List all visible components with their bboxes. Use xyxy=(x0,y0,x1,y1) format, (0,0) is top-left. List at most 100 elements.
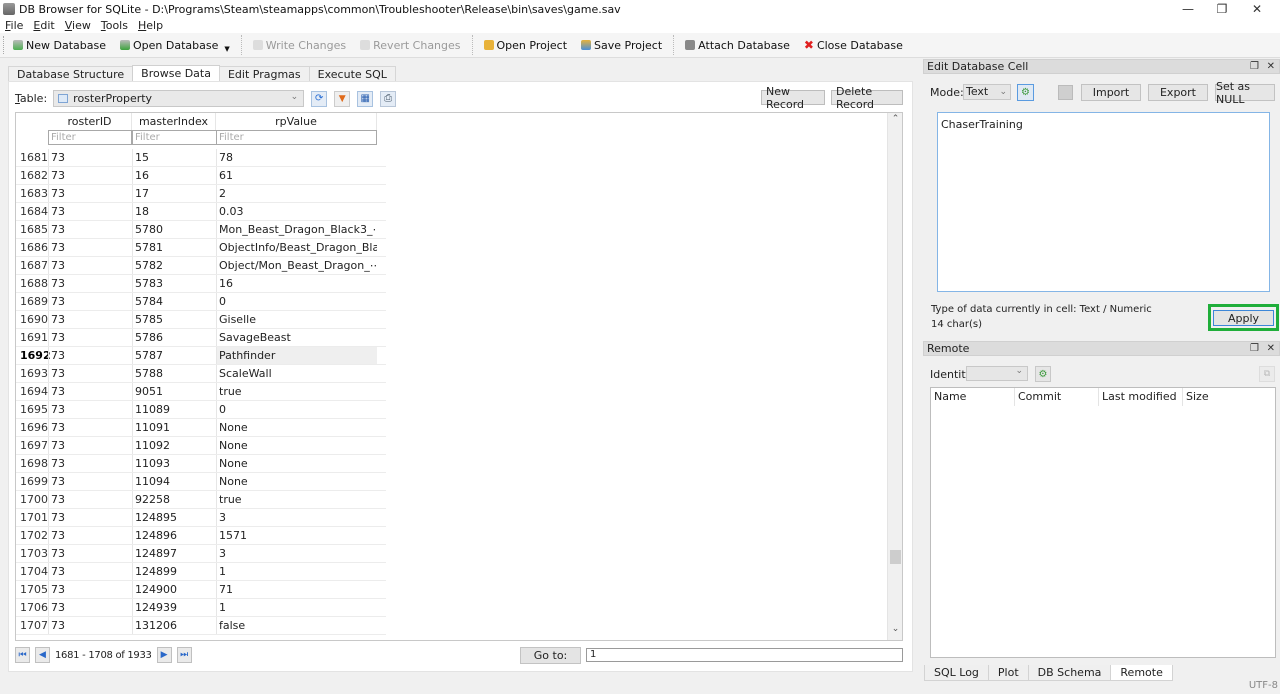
cell-masterindex[interactable]: 5783 xyxy=(132,275,216,292)
table-row[interactable]: 1684 73 18 0.03 xyxy=(16,203,386,221)
print-button[interactable]: ⎙ xyxy=(380,90,397,107)
menu-tools[interactable]: Tools xyxy=(96,19,133,32)
close-icon[interactable]: ✕ xyxy=(1234,0,1280,18)
tab-execute-sql[interactable]: Execute SQL xyxy=(308,66,396,81)
cell-rpvalue[interactable]: 71 xyxy=(216,581,377,598)
vertical-scrollbar[interactable]: ⌃ ⌄ xyxy=(887,113,902,640)
row-number[interactable]: 1684 xyxy=(16,203,48,220)
row-number[interactable]: 1704 xyxy=(16,563,48,580)
row-number[interactable]: 1705 xyxy=(16,581,48,598)
cell-masterindex[interactable]: 92258 xyxy=(132,491,216,508)
tab-plot[interactable]: Plot xyxy=(987,665,1029,681)
tab-sql-log[interactable]: SQL Log xyxy=(924,665,989,681)
clone-button[interactable]: ⧉ xyxy=(1259,366,1275,382)
tab-db-schema[interactable]: DB Schema xyxy=(1027,665,1112,681)
cell-rpvalue[interactable]: 0 xyxy=(216,401,377,418)
cell-rpvalue[interactable]: false xyxy=(216,617,377,634)
cell-masterindex[interactable]: 11091 xyxy=(132,419,216,436)
table-row[interactable]: 1700 73 92258 true xyxy=(16,491,386,509)
tab-browse-data[interactable]: Browse Data xyxy=(132,65,220,81)
cell-rpvalue[interactable]: 78 xyxy=(216,149,377,166)
cell-masterindex[interactable]: 5787 xyxy=(132,347,216,364)
tab-database-structure[interactable]: Database Structure xyxy=(8,66,134,81)
cell-rpvalue[interactable]: 1 xyxy=(216,599,377,616)
table-row[interactable]: 1686 73 5781 ObjectInfo/Beast_Dragon_Bla⋯ xyxy=(16,239,386,257)
delete-record-button[interactable]: Delete Record xyxy=(831,85,903,111)
open-project-button[interactable]: Open Project xyxy=(477,34,575,56)
attach-database-button[interactable]: Attach Database xyxy=(678,34,797,56)
column-header-rosterid[interactable]: rosterID xyxy=(48,113,132,131)
remote-column-name[interactable]: Name xyxy=(931,388,1015,406)
close-database-button[interactable]: ✖ Close Database xyxy=(797,34,910,56)
cell-masterindex[interactable]: 5786 xyxy=(132,329,216,346)
cell-rosterid[interactable]: 73 xyxy=(48,491,132,508)
cell-rosterid[interactable]: 73 xyxy=(48,473,132,490)
last-page-button[interactable]: ⏭ xyxy=(176,647,192,663)
menu-help[interactable]: Help xyxy=(133,19,168,32)
cell-rpvalue[interactable]: Giselle xyxy=(216,311,377,328)
column-header-rpvalue[interactable]: rpValue xyxy=(216,113,377,131)
table-row[interactable]: 1705 73 124900 71 xyxy=(16,581,386,599)
cell-masterindex[interactable]: 17 xyxy=(132,185,216,202)
identity-select[interactable]: ⌄ xyxy=(966,366,1028,381)
open-database-button[interactable]: Open Database ▼ xyxy=(113,34,237,56)
cell-rpvalue[interactable]: true xyxy=(216,491,377,508)
cell-rosterid[interactable]: 73 xyxy=(48,293,132,310)
apply-button[interactable]: Apply xyxy=(1213,310,1274,326)
row-number[interactable]: 1681 xyxy=(16,149,48,166)
filter-rosterid-input[interactable]: Filter xyxy=(48,130,132,145)
row-number[interactable]: 1691 xyxy=(16,329,48,346)
table-row[interactable]: 1697 73 11092 None xyxy=(16,437,386,455)
table-row[interactable]: 1692 73 5787 Pathfinder xyxy=(16,347,386,365)
goto-input[interactable]: 1 xyxy=(586,648,903,662)
table-row[interactable]: 1689 73 5784 0 xyxy=(16,293,386,311)
cell-rpvalue[interactable]: 0 xyxy=(216,293,377,310)
table-row[interactable]: 1703 73 124897 3 xyxy=(16,545,386,563)
menu-view[interactable]: View xyxy=(60,19,96,32)
first-page-button[interactable]: ⏮ xyxy=(15,647,30,663)
cell-masterindex[interactable]: 16 xyxy=(132,167,216,184)
row-number[interactable]: 1703 xyxy=(16,545,48,562)
cell-rpvalue[interactable]: 16 xyxy=(216,275,377,292)
cell-rosterid[interactable]: 73 xyxy=(48,185,132,202)
revert-changes-button[interactable]: Revert Changes xyxy=(353,34,467,56)
cell-masterindex[interactable]: 124897 xyxy=(132,545,216,562)
cell-rpvalue[interactable]: ObjectInfo/Beast_Dragon_Bla⋯ xyxy=(216,239,377,256)
cell-rpvalue[interactable]: Object/Mon_Beast_Dragon_⋯ xyxy=(216,257,377,274)
cell-rpvalue[interactable]: None xyxy=(216,419,377,436)
scroll-down-icon[interactable]: ⌄ xyxy=(888,624,902,639)
cell-rpvalue[interactable]: 0.03 xyxy=(216,203,377,220)
cell-rpvalue[interactable]: true xyxy=(216,383,377,400)
cell-rpvalue[interactable]: Pathfinder xyxy=(216,347,377,364)
tab-edit-pragmas[interactable]: Edit Pragmas xyxy=(218,66,310,81)
cell-rosterid[interactable]: 73 xyxy=(48,239,132,256)
cell-masterindex[interactable]: 5785 xyxy=(132,311,216,328)
cell-rosterid[interactable]: 73 xyxy=(48,563,132,580)
cell-rosterid[interactable]: 73 xyxy=(48,275,132,292)
tab-remote[interactable]: Remote xyxy=(1110,665,1173,681)
table-row[interactable]: 1694 73 9051 true xyxy=(16,383,386,401)
row-number[interactable]: 1688 xyxy=(16,275,48,292)
cell-masterindex[interactable]: 11094 xyxy=(132,473,216,490)
cell-rosterid[interactable]: 73 xyxy=(48,455,132,472)
cell-rpvalue[interactable]: 2 xyxy=(216,185,377,202)
table-row[interactable]: 1682 73 16 61 xyxy=(16,167,386,185)
cell-rpvalue[interactable]: 61 xyxy=(216,167,377,184)
cell-rpvalue[interactable]: 3 xyxy=(216,545,377,562)
scrollbar-thumb[interactable] xyxy=(890,549,901,564)
filter-rpvalue-input[interactable]: Filter xyxy=(216,130,377,145)
goto-button[interactable]: Go to: xyxy=(520,647,581,664)
table-row[interactable]: 1687 73 5782 Object/Mon_Beast_Dragon_⋯ xyxy=(16,257,386,275)
cell-masterindex[interactable]: 124900 xyxy=(132,581,216,598)
cell-rosterid[interactable]: 73 xyxy=(48,221,132,238)
float-dock-icon[interactable]: ❐ xyxy=(1250,60,1259,73)
close-dock-icon[interactable]: ✕ xyxy=(1267,342,1275,355)
row-number[interactable]: 1690 xyxy=(16,311,48,328)
cell-rosterid[interactable]: 73 xyxy=(48,311,132,328)
cell-masterindex[interactable]: 11093 xyxy=(132,455,216,472)
row-number[interactable]: 1699 xyxy=(16,473,48,490)
cell-rpvalue[interactable]: 1 xyxy=(216,563,377,580)
cell-rosterid[interactable]: 73 xyxy=(48,347,132,364)
set-null-button[interactable]: Set as NULL xyxy=(1215,80,1275,106)
table-row[interactable]: 1690 73 5785 Giselle xyxy=(16,311,386,329)
